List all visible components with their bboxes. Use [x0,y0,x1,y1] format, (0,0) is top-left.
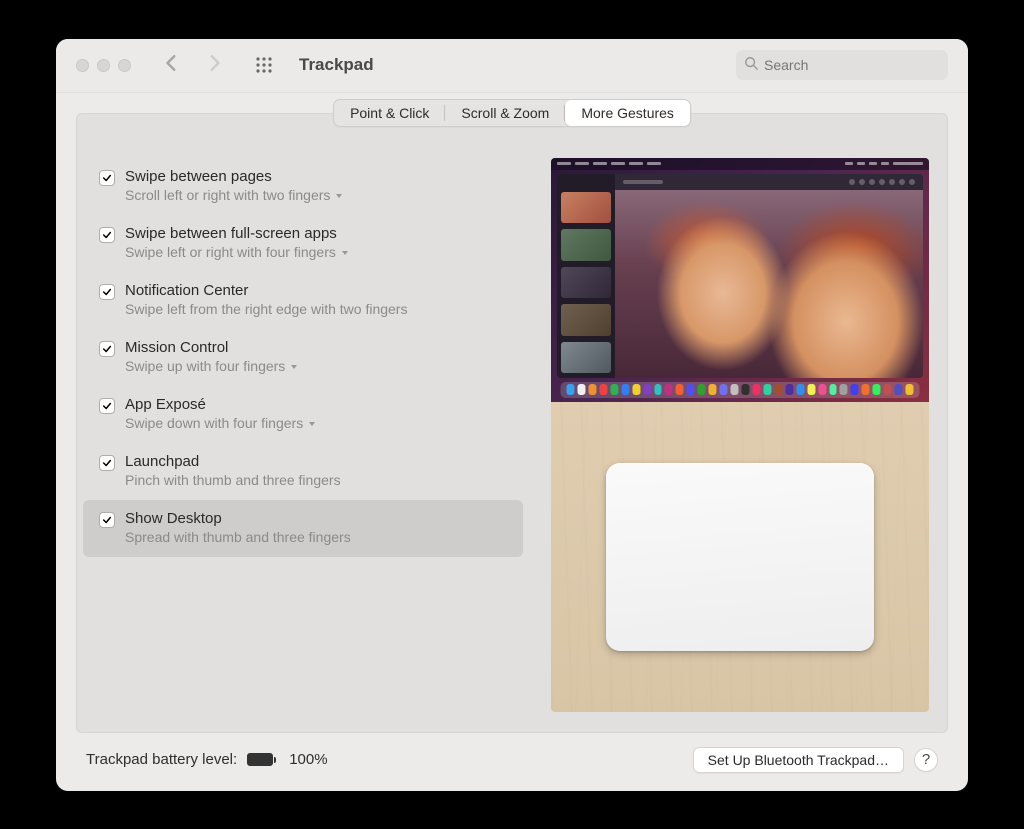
checkbox-show-desktop[interactable] [99,512,115,528]
traffic-lights [76,59,131,72]
footer: Trackpad battery level: 100% Set Up Blue… [76,733,948,777]
option-subtitle-dropdown[interactable]: Swipe left or right with four fingers [125,244,348,260]
battery-percentage: 100% [289,751,327,768]
window-title: Trackpad [299,55,374,75]
option-subtitle-dropdown[interactable]: Scroll left or right with two fingers [125,187,342,203]
option-subtitle-dropdown[interactable]: Swipe down with four fingers [125,415,315,431]
checkbox-mission-control[interactable] [99,341,115,357]
preview-desk [551,402,929,712]
forward-button[interactable] [205,54,223,77]
close-window-button[interactable] [76,59,89,72]
option-subtitle-dropdown[interactable]: Swipe up with four fingers [125,358,297,374]
search-icon [744,56,758,75]
preview-screen [551,158,929,402]
option-subtitle: Spread with thumb and three fingers [125,529,351,545]
search-field[interactable] [736,50,948,80]
option-app-expose[interactable]: App Exposé Swipe down with four fingers [83,386,523,443]
option-title: Swipe between pages [125,168,342,185]
search-input[interactable] [764,57,940,73]
option-title: Notification Center [125,282,407,299]
tab-point-click[interactable]: Point & Click [334,100,445,126]
battery-icon [247,753,273,766]
checkbox-swipe-fullscreen[interactable] [99,227,115,243]
panel-body: Swipe between pages Scroll left or right … [77,114,947,732]
preview-dock [560,382,919,398]
content-area: Point & Click Scroll & Zoom More Gesture… [56,93,968,791]
tab-bar: Point & Click Scroll & Zoom More Gesture… [333,99,691,127]
option-mission-control[interactable]: Mission Control Swipe up with four finger… [83,329,523,386]
back-button[interactable] [163,54,181,77]
checkbox-notification-center[interactable] [99,284,115,300]
tab-more-gestures[interactable]: More Gestures [565,100,690,126]
checkbox-swipe-pages[interactable] [99,170,115,186]
checkbox-launchpad[interactable] [99,455,115,471]
prefs-window: Trackpad Point & Click Scroll & Zoom Mor… [56,39,968,791]
option-title: App Exposé [125,396,315,413]
gesture-options-list: Swipe between pages Scroll left or right … [83,158,523,712]
setup-bluetooth-button[interactable]: Set Up Bluetooth Trackpad… [693,747,904,773]
preview-trackpad [606,463,874,651]
nav-arrows [163,54,223,77]
preview-menubar [551,158,929,170]
battery-label: Trackpad battery level: [86,751,237,768]
titlebar: Trackpad [56,39,968,93]
option-subtitle: Swipe left from the right edge with two … [125,301,407,317]
minimize-window-button[interactable] [97,59,110,72]
option-title: Show Desktop [125,510,351,527]
option-swipe-pages[interactable]: Swipe between pages Scroll left or right … [83,158,523,215]
option-title: Mission Control [125,339,297,356]
checkbox-app-expose[interactable] [99,398,115,414]
option-notification-center[interactable]: Notification Center Swipe left from the r… [83,272,523,329]
preview-app-window [557,174,923,378]
gesture-preview [551,158,929,712]
option-title: Swipe between full-screen apps [125,225,348,242]
option-title: Launchpad [125,453,341,470]
help-button[interactable]: ? [914,748,938,772]
option-subtitle: Pinch with thumb and three fingers [125,472,341,488]
settings-panel: Point & Click Scroll & Zoom More Gesture… [76,113,948,733]
tab-scroll-zoom[interactable]: Scroll & Zoom [445,100,565,126]
zoom-window-button[interactable] [118,59,131,72]
option-show-desktop[interactable]: Show Desktop Spread with thumb and three … [83,500,523,557]
option-swipe-fullscreen[interactable]: Swipe between full-screen apps Swipe left… [83,215,523,272]
show-all-button[interactable] [255,56,273,74]
option-launchpad[interactable]: Launchpad Pinch with thumb and three fing… [83,443,523,500]
